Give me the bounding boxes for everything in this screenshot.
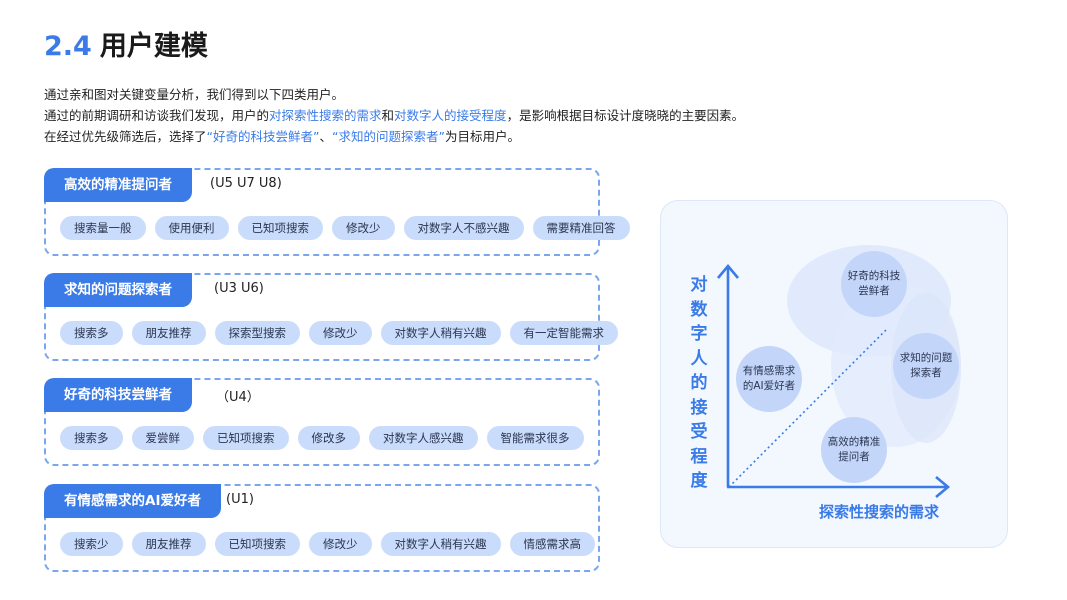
tag: 对数字人不感兴趣 [403,216,524,240]
intro-line-2-c: ，是影响根据目标设计度晓晓的主要因素。 [506,108,745,123]
persona-name: 好奇的科技尝鲜者 [44,378,192,412]
persona-group-ai-enthusiast: 有情感需求的AI爱好者 (U1) 搜索少 朋友推荐 已知项搜索 修改少 对数字人… [44,484,600,572]
section-number: 2.4 [44,31,92,62]
page-title: 2.4 用户建模 [44,24,208,63]
intro-line-2: 通过的前期调研和访谈我们发现，用户的对探索性搜索的需求和对数字人的接受程度，是影… [44,105,1044,126]
tag: 有一定智能需求 [509,321,618,345]
tag: 使用便利 [154,216,229,240]
tag: 情感需求高 [509,532,595,556]
tag: 探索型搜索 [214,321,300,345]
tag: 需要精准回答 [532,216,630,240]
persona-name: 高效的精准提问者 [44,168,192,202]
tag: 已知项搜索 [237,216,323,240]
tag: 已知项搜索 [203,426,289,450]
persona-users: (U3 U6) [214,281,264,296]
intro-line-3: 在经过优先级筛选后，选择了“好奇的科技尝鲜者”、“求知的问题探索者”为目标用户。 [44,126,1044,147]
tag: 爱尝鲜 [131,426,194,450]
persona-users: (U1) [226,492,254,507]
intro-line-3-c: 为目标用户。 [444,129,520,144]
tag: 搜索多 [60,321,123,345]
intro-line-1: 通过亲和图对关键变量分析，我们得到以下四类用户。 [44,87,345,102]
persona-group-efficient: 高效的精准提问者 (U5 U7 U8) 搜索量一般 使用便利 已知项搜索 修改少… [44,168,630,256]
intro-text: 通过亲和图对关键变量分析，我们得到以下四类用户。 通过的前期调研和访谈我们发现，… [44,84,1044,147]
persona-users: （U4） [216,390,260,405]
tag-list: 搜索多 朋友推荐 探索型搜索 修改少 对数字人稍有兴趣 有一定智能需求 [60,321,618,345]
persona-name: 求知的问题探索者 [44,273,192,307]
user-quadrant-diagram: 对数字人的接受程度 探索性搜索的需求 好奇的科技尝鲜者 求知的问题探索者 有情感… [660,200,1008,548]
intro-line-3-a: 在经过优先级筛选后，选择了 [44,129,207,144]
tag-list: 搜索量一般 使用便利 已知项搜索 修改少 对数字人不感兴趣 需要精准回答 [60,216,630,240]
tag: 已知项搜索 [214,532,300,556]
highlight-target-1: “好奇的科技尝鲜者” [206,129,320,144]
persona-bubble-efficient: 高效的精准提问者 [821,417,887,483]
tag-list: 搜索少 朋友推荐 已知项搜索 修改少 对数字人稍有兴趣 情感需求高 [60,532,595,556]
tag: 修改少 [309,321,372,345]
highlight-acceptance: 对数字人的接受程度 [394,108,507,123]
tag: 搜索少 [60,532,123,556]
tag: 对数字人稍有兴趣 [380,532,501,556]
persona-bubble-early-adopter: 好奇的科技尝鲜者 [841,251,907,317]
x-axis-label: 探索性搜索的需求 [819,503,940,521]
tag: 对数字人稍有兴趣 [380,321,501,345]
persona-users: (U5 U7 U8) [210,176,282,191]
tag: 修改少 [332,216,395,240]
tag: 修改多 [297,426,360,450]
tag: 搜索量一般 [60,216,146,240]
tag: 智能需求很多 [486,426,584,450]
persona-group-early-adopter: 好奇的科技尝鲜者 （U4） 搜索多 爱尝鲜 已知项搜索 修改多 对数字人感兴趣 … [44,378,600,466]
tag: 修改少 [309,532,372,556]
tag: 朋友推荐 [131,532,206,556]
y-axis-label: 对数字人的接受程度 [690,275,708,491]
tag: 朋友推荐 [131,321,206,345]
tag-list: 搜索多 爱尝鲜 已知项搜索 修改多 对数字人感兴趣 智能需求很多 [60,426,584,450]
tag: 对数字人感兴趣 [369,426,478,450]
persona-name: 有情感需求的AI爱好者 [44,484,221,518]
tag: 搜索多 [60,426,123,450]
highlight-target-2: “求知的问题探索者” [331,129,445,144]
persona-bubble-ai-enthusiast: 有情感需求的AI爱好者 [736,346,802,412]
intro-line-3-b: 、 [319,129,332,144]
persona-bubble-seeker: 求知的问题探索者 [893,333,959,399]
persona-group-seeker: 求知的问题探索者 (U3 U6) 搜索多 朋友推荐 探索型搜索 修改少 对数字人… [44,273,618,361]
intro-line-2-a: 通过的前期调研和访谈我们发现，用户的 [44,108,270,123]
highlight-exploratory-need: 对探索性搜索的需求 [269,108,382,123]
section-title: 用户建模 [99,31,208,62]
intro-line-2-b: 和 [381,108,395,123]
